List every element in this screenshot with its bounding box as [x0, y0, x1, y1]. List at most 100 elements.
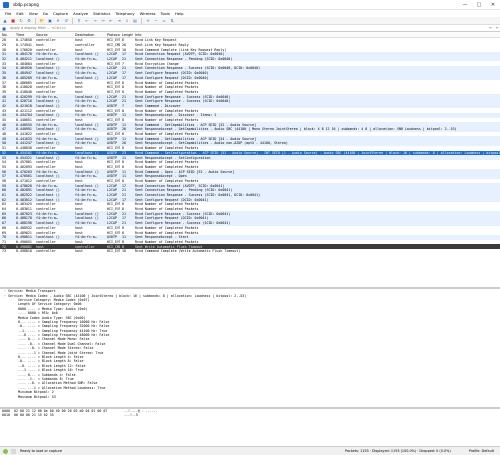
- table-row[interactable]: 29 0.174941 host controller HCI_CMD 26 Sent Li…: [0, 42, 500, 48]
- table-row[interactable]: 46 0.440555 f4:4e:fc:a… localhost () AVDTP 11…: [0, 122, 500, 128]
- last-packet-icon[interactable]: ⇥: [116, 18, 122, 24]
- table-row[interactable]: 48 0.441022 controller host HCI_EVT 8 Rcvd Num…: [0, 131, 500, 137]
- menu-go[interactable]: Go: [43, 11, 48, 16]
- bookmark-icon[interactable]: ■: [1, 25, 7, 31]
- table-row[interactable]: 36 0.485289 f4:4e:fc:a… localhost () L2CAP 17…: [0, 75, 500, 81]
- table-row[interactable]: 30 0.176020 controller host HCI_EVT 10 Rcvd Co…: [0, 47, 500, 53]
- menu-edit[interactable]: Edit: [16, 11, 23, 16]
- menu-analyze[interactable]: Analyze: [73, 11, 88, 16]
- colorize-icon[interactable]: ▤: [132, 18, 138, 24]
- column-header-destination[interactable]: Destination: [73, 33, 105, 37]
- tree-item-text: Service: Media Codec - Audio SBC (44100 …: [8, 293, 247, 298]
- reload-icon[interactable]: ↺: [63, 18, 69, 24]
- resize-columns-icon[interactable]: ⇅: [169, 18, 175, 24]
- go-back-icon[interactable]: ←: [84, 18, 90, 24]
- capture-status-indicator-icon[interactable]: [3, 448, 8, 454]
- table-row[interactable]: 55 0.462093 controller host HCI_EVT 8 Rcvd Num…: [0, 164, 500, 170]
- save-file-icon[interactable]: ▣: [47, 18, 53, 24]
- shark-fin-start-icon[interactable]: ▲: [2, 18, 8, 24]
- comment-icon[interactable]: [11, 448, 16, 454]
- column-header-protocol[interactable]: Protocol: [105, 33, 120, 37]
- table-row[interactable]: 52 0.454101 f4:4e:fc:a… localhost () AVDTP 23…: [0, 150, 500, 156]
- table-row[interactable]: 49 0.441033 f4:4e:fc:a… localhost () AVDTP 11…: [0, 136, 500, 142]
- table-row[interactable]: 51 0.448838 controller host HCI_EVT 8 Rcvd Num…: [0, 145, 500, 151]
- open-file-icon[interactable]: 📂: [39, 18, 45, 24]
- table-row[interactable]: 45 0.440051 controller host HCI_EVT 8 Rcvd Num…: [0, 117, 500, 123]
- menu-help[interactable]: Help: [175, 11, 184, 16]
- table-row[interactable]: 56 0.470203 f4:4e:fc:a… localhost () AVDTP 11…: [0, 169, 500, 174]
- column-header-source[interactable]: Source: [34, 33, 73, 37]
- table-row[interactable]: 41 0.420710 localhost () f4:4e:fc:a… L2CAP 21…: [0, 98, 500, 104]
- table-row[interactable]: 53 0.454321 localhost () f4:4e:fc:a… AVDTP 11…: [0, 155, 500, 160]
- close-file-icon[interactable]: ✕: [55, 18, 61, 24]
- find-packet-icon[interactable]: ⚲: [76, 18, 82, 24]
- bytes-hex[interactable]: 06 00 00 21 15 02 35: [14, 413, 124, 417]
- table-row[interactable]: 57 0.470561 localhost () f4:4e:fc:a… AVDTP 11…: [0, 173, 500, 179]
- table-row[interactable]: 72 0.496881 host controller HCI_CMD 8 Sent Wri…: [0, 244, 500, 249]
- bytes-offset[interactable]: 0010: [0, 413, 14, 417]
- table-row[interactable]: 42 0.421018 localhost () f4:4e:fc:a… AVDTP 7 S…: [0, 103, 500, 109]
- maximize-icon[interactable]: □: [472, 0, 486, 10]
- table-row[interactable]: 60 0.482891 localhost () f4:4e:fc:a… L2CAP 21…: [0, 188, 500, 193]
- add-filter-button-icon[interactable]: +: [494, 26, 500, 30]
- table-row[interactable]: 62 0.483012 localhost () f4:4e:fc:a… L2CAP 17…: [0, 197, 500, 203]
- cell-len: 26: [122, 141, 126, 146]
- menu-telephony[interactable]: Telephony: [115, 11, 134, 16]
- table-row[interactable]: 43 0.421112 controller host HCI_EVT 8 Rcvd Num…: [0, 108, 500, 113]
- table-row[interactable]: 37 0.486085 controller host HCI_EVT 8 Rcvd Num…: [0, 80, 500, 85]
- menu-statistics[interactable]: Statistics: [93, 11, 110, 16]
- go-forward-icon[interactable]: →: [92, 18, 98, 24]
- table-row[interactable]: 73 0.498810 controller host HCI_EVT 10 Rcvd Co…: [0, 248, 500, 254]
- table-row[interactable]: 66 0.488178 f4:4e:fc:a… localhost () L2CAP 17…: [0, 216, 500, 221]
- table-row[interactable]: 64 0.483611 controller host HCI_EVT 8 Rcvd Num…: [0, 206, 500, 212]
- column-header-info[interactable]: Info: [133, 33, 500, 37]
- table-row[interactable]: 38 0.418028 controller host HCI_EVT 8 Rcvd Num…: [0, 84, 500, 90]
- bytes-ascii[interactable]: ...!..5: [124, 413, 138, 417]
- zoom-out-icon[interactable]: −: [153, 18, 159, 24]
- column-header-time[interactable]: Time: [14, 33, 34, 37]
- table-row[interactable]: 40 0.420299 f4:4e:fc:a… localhost () L2CAP 21…: [0, 94, 500, 99]
- table-row[interactable]: 35 0.484947 localhost () f4:4e:fc:a… L2CAP 17…: [0, 70, 500, 76]
- column-header-length[interactable]: Length: [120, 33, 133, 37]
- display-filter-input[interactable]: [10, 26, 486, 30]
- table-row[interactable]: 31 0.484178 f4:4e:fc:a… localhost () L2CAP 17…: [0, 52, 500, 57]
- table-row[interactable]: 63 0.483425 controller host HCI_EVT 8 Rcvd Num…: [0, 202, 500, 207]
- apply-filter-icon[interactable]: →: [486, 26, 494, 30]
- go-to-packet-icon[interactable]: ↪: [100, 18, 106, 24]
- table-row[interactable]: 54 0.457881 controller host HCI_EVT 8 Rcvd Num…: [0, 159, 500, 165]
- profile-text[interactable]: Profile: Default: [469, 449, 494, 453]
- table-row[interactable]: 32 0.484211 localhost () f4:4e:fc:a… L2CAP 21…: [0, 56, 500, 62]
- menu-file[interactable]: File: [5, 11, 11, 16]
- zoom-in-icon[interactable]: +: [145, 18, 151, 24]
- table-row[interactable]: 61 0.482922 localhost () f4:4e:fc:a… L2CAP 21…: [0, 192, 500, 198]
- table-row[interactable]: 59 0.478028 f4:4e:fc:a… localhost () L2CAP 17…: [0, 183, 500, 188]
- restart-capture-icon[interactable]: ↻: [18, 18, 24, 24]
- table-row[interactable]: 65 0.487023 f4:4e:fc:a… localhost () L2CAP 21…: [0, 211, 500, 217]
- column-header-no[interactable]: No.: [0, 33, 14, 37]
- table-row[interactable]: 50 0.441247 localhost () f4:4e:fc:a… AVDTP 26…: [0, 141, 500, 146]
- menu-tools[interactable]: Tools: [161, 11, 170, 16]
- tree-item[interactable]: Maximum Bitpool: 53: [0, 394, 500, 399]
- zoom-reset-icon[interactable]: =: [161, 18, 167, 24]
- first-packet-icon[interactable]: ⇤: [108, 18, 114, 24]
- stop-capture-icon[interactable]: ■: [10, 18, 16, 24]
- minimize-icon[interactable]: —: [458, 0, 472, 10]
- table-row[interactable]: 47 0.440991 localhost () f4:4e:fc:a… AVDTP 26…: [0, 127, 500, 132]
- table-row[interactable]: 68 0.488932 controller host HCI_EVT 8 Rcvd Num…: [0, 225, 500, 231]
- table-row[interactable]: 33 0.484684 controller host HCI_EVT 7 Rcvd Enc…: [0, 61, 500, 67]
- auto-scroll-icon[interactable]: ⇩: [124, 18, 130, 24]
- table-row[interactable]: 69 0.489021 controller host HCI_EVT 8 Rcvd Num…: [0, 230, 500, 235]
- menu-view[interactable]: View: [29, 11, 38, 16]
- table-row[interactable]: 39 0.418040 controller host HCI_EVT 8 Rcvd Num…: [0, 89, 500, 95]
- table-row[interactable]: 67 0.488190 localhost () f4:4e:fc:a… L2CAP 21…: [0, 220, 500, 226]
- table-row[interactable]: 70 0.490011 localhost () f4:4e:fc:a… AVDTP 11…: [0, 234, 500, 240]
- table-row[interactable]: 71 0.490051 controller host HCI_EVT 8 Rcvd Num…: [0, 239, 500, 245]
- table-row[interactable]: 34 0.484926 localhost () f4:4e:fc:a… L2CAP 21…: [0, 66, 500, 71]
- menu-capture[interactable]: Capture: [53, 11, 68, 16]
- capture-options-icon[interactable]: ⚙: [26, 18, 32, 24]
- menu-wireless[interactable]: Wireless: [140, 11, 156, 16]
- table-row[interactable]: 44 0.434704 localhost () f4:4e:fc:a… AVDTP 11…: [0, 113, 500, 118]
- table-row[interactable]: 28 0.174658 controller host HCI_EVT 8 Rcvd Lin…: [0, 38, 500, 43]
- table-row[interactable]: 58 0.471012 controller host HCI_EVT 8 Rcvd Num…: [0, 178, 500, 184]
- close-icon[interactable]: ✕: [486, 0, 500, 10]
